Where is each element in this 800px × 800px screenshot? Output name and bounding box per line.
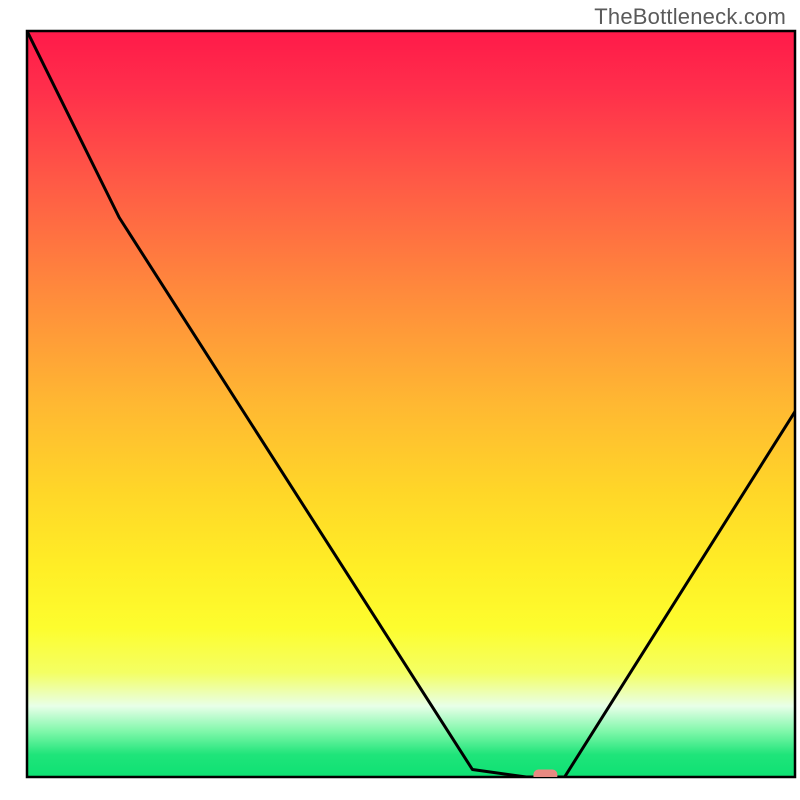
watermark-text: TheBottleneck.com <box>594 4 786 30</box>
bottleneck-chart <box>0 0 800 800</box>
optimal-marker <box>533 770 557 781</box>
gradient-background <box>27 31 795 777</box>
